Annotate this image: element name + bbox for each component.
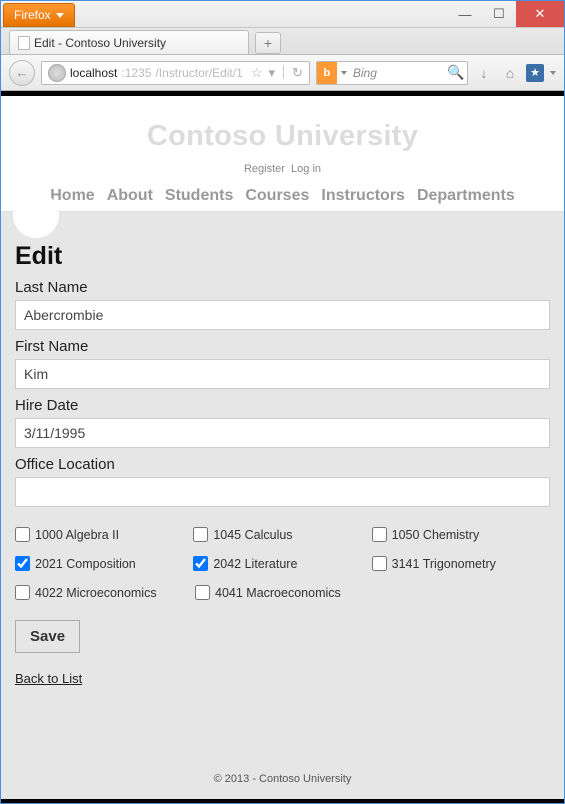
- page-body: Contoso University Register Log in Home …: [1, 96, 564, 799]
- course-checkbox[interactable]: 2042 Literature: [193, 556, 371, 571]
- course-label: 4022 Microeconomics: [35, 586, 157, 600]
- input-last-name[interactable]: [15, 300, 550, 330]
- checkbox-input[interactable]: [372, 556, 387, 571]
- tab-active[interactable]: Edit - Contoso University: [9, 30, 249, 54]
- input-hire-date[interactable]: [15, 418, 550, 448]
- label-office-location: Office Location: [15, 456, 550, 473]
- maximize-button[interactable]: ☐: [482, 1, 516, 27]
- course-label: 2042 Literature: [213, 557, 297, 571]
- close-button[interactable]: ✕: [516, 1, 564, 27]
- checkbox-input[interactable]: [372, 527, 387, 542]
- chevron-down-icon: [56, 13, 64, 18]
- minimize-button[interactable]: —: [448, 1, 482, 27]
- content-area: Edit Last Name First Name Hire Date Offi…: [1, 232, 564, 759]
- tab-title: Edit - Contoso University: [34, 36, 166, 50]
- label-hire-date: Hire Date: [15, 397, 550, 414]
- course-label: 3141 Trigonometry: [392, 557, 496, 571]
- bookmark-menu-button[interactable]: ★: [526, 64, 544, 82]
- bing-icon: b: [317, 62, 337, 84]
- globe-icon: [48, 64, 66, 82]
- course-checkbox[interactable]: 1050 Chemistry: [372, 527, 550, 542]
- site-footer: © 2013 - Contoso University: [1, 759, 564, 799]
- checkbox-input[interactable]: [15, 527, 30, 542]
- url-host: localhost: [70, 66, 117, 80]
- checkbox-input[interactable]: [15, 585, 30, 600]
- nav-courses[interactable]: Courses: [245, 187, 309, 205]
- course-checkbox[interactable]: 1045 Calculus: [193, 527, 371, 542]
- label-first-name: First Name: [15, 338, 550, 355]
- course-checkbox[interactable]: 4041 Macroeconomics: [195, 585, 375, 600]
- label-last-name: Last Name: [15, 279, 550, 296]
- firefox-label: Firefox: [14, 8, 51, 22]
- download-icon[interactable]: ↓: [474, 65, 494, 81]
- course-checkbox[interactable]: 3141 Trigonometry: [372, 556, 550, 571]
- nav-instructors[interactable]: Instructors: [321, 187, 405, 205]
- nav-home[interactable]: Home: [50, 187, 94, 205]
- avatar: [13, 192, 59, 238]
- search-placeholder: Bing: [351, 66, 445, 80]
- course-label: 2021 Composition: [35, 557, 136, 571]
- auth-links: Register Log in: [1, 163, 564, 175]
- course-checkbox[interactable]: 2021 Composition: [15, 556, 193, 571]
- chevron-down-icon[interactable]: [341, 71, 347, 75]
- tab-strip: Edit - Contoso University +: [1, 28, 564, 55]
- url-bar[interactable]: localhost :1235/Instructor/Edit/1 ☆ ▾ ↻: [41, 61, 310, 85]
- url-port: :1235: [121, 66, 151, 80]
- plus-icon: +: [264, 35, 272, 51]
- checkbox-input[interactable]: [193, 556, 208, 571]
- primary-nav: Home About Students Courses Instructors …: [1, 187, 564, 205]
- checkbox-input[interactable]: [15, 556, 30, 571]
- search-go-icon[interactable]: 🔍: [445, 64, 467, 81]
- chevron-down-icon[interactable]: ▾: [268, 65, 275, 81]
- course-checkboxes: 1000 Algebra II 1045 Calculus 1050 Chemist…: [15, 527, 550, 600]
- register-link[interactable]: Register: [244, 163, 285, 175]
- nav-about[interactable]: About: [107, 187, 153, 205]
- arrow-left-icon: ←: [16, 65, 29, 80]
- course-label: 4041 Macroeconomics: [215, 586, 341, 600]
- input-office-location[interactable]: [15, 477, 550, 507]
- viewport: Contoso University Register Log in Home …: [1, 91, 564, 803]
- nav-departments[interactable]: Departments: [417, 187, 515, 205]
- search-bar[interactable]: b Bing 🔍: [316, 61, 468, 85]
- login-link[interactable]: Log in: [291, 163, 321, 175]
- checkbox-input[interactable]: [195, 585, 210, 600]
- url-path: /Instructor/Edit/1: [155, 66, 242, 80]
- page-heading: Edit: [15, 242, 550, 271]
- star-icon[interactable]: ☆: [251, 65, 263, 81]
- nav-students[interactable]: Students: [165, 187, 233, 205]
- checkbox-input[interactable]: [193, 527, 208, 542]
- site-header: Contoso University Register Log in Home …: [1, 96, 564, 212]
- home-icon[interactable]: ⌂: [500, 65, 520, 81]
- course-checkbox[interactable]: 4022 Microeconomics: [15, 585, 195, 600]
- new-tab-button[interactable]: +: [255, 32, 281, 54]
- course-label: 1000 Algebra II: [35, 528, 119, 542]
- chevron-down-icon[interactable]: [550, 71, 556, 75]
- save-button[interactable]: Save: [15, 620, 80, 653]
- reload-icon[interactable]: ↻: [292, 65, 303, 81]
- firefox-menu-button[interactable]: Firefox: [3, 3, 75, 27]
- site-title[interactable]: Contoso University: [1, 120, 564, 153]
- back-to-list-link[interactable]: Back to List: [15, 671, 82, 686]
- back-button[interactable]: ←: [9, 60, 35, 86]
- window-titlebar: Firefox — ☐ ✕: [1, 1, 564, 28]
- course-label: 1050 Chemistry: [392, 528, 480, 542]
- page-icon: [18, 36, 30, 50]
- navigation-bar: ← localhost :1235/Instructor/Edit/1 ☆ ▾ ↻…: [1, 55, 564, 91]
- course-checkbox[interactable]: 1000 Algebra II: [15, 527, 193, 542]
- input-first-name[interactable]: [15, 359, 550, 389]
- bookmark-star-icon: ★: [530, 66, 540, 79]
- course-label: 1045 Calculus: [213, 528, 292, 542]
